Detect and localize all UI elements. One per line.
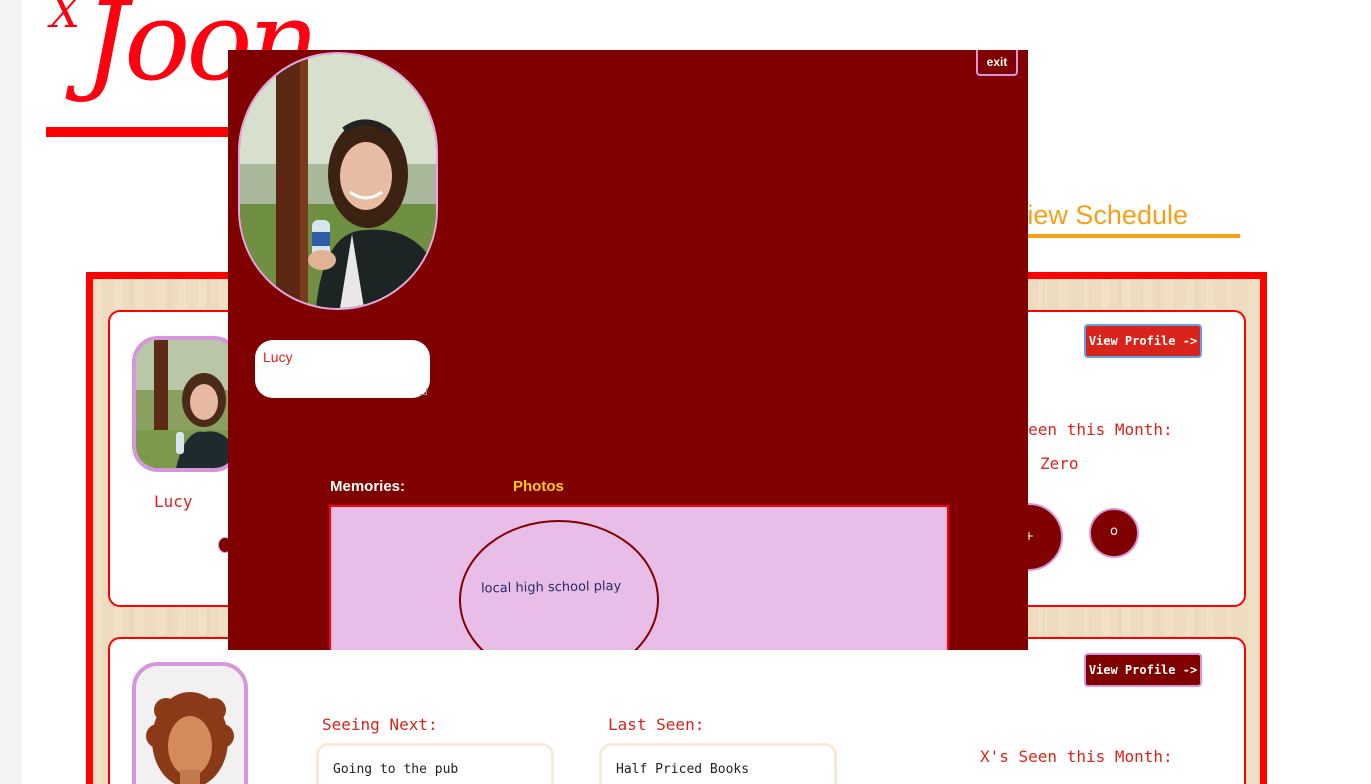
last-seen-field[interactable]: Half Priced Books bbox=[599, 743, 837, 784]
last-seen-label: Last Seen: bbox=[608, 715, 705, 734]
profile-name-field[interactable]: Lucy bbox=[255, 340, 430, 398]
friend-card: View Profile -> Seeing Next: Going to th… bbox=[108, 637, 1246, 784]
person-photo-icon bbox=[136, 340, 236, 468]
seen-this-month-label: X's Seen this Month: bbox=[980, 747, 1173, 766]
profile-photo[interactable] bbox=[238, 52, 438, 310]
nav-view-schedule[interactable]: View Schedule bbox=[1000, 198, 1240, 238]
page: X Joon View Schedule Lucy View Profile -… bbox=[0, 0, 1371, 784]
friend-photo[interactable] bbox=[132, 336, 240, 472]
seen-this-month-value: Zero bbox=[1040, 454, 1079, 473]
memories-panel: local high school play bbox=[329, 505, 949, 650]
resize-handle[interactable] bbox=[420, 388, 427, 395]
photos-tab[interactable]: Photos bbox=[513, 478, 564, 495]
view-profile-button[interactable]: View Profile -> bbox=[1084, 324, 1202, 358]
view-profile-button[interactable]: View Profile -> bbox=[1084, 653, 1202, 687]
seeing-next-field[interactable]: Going to the pub bbox=[316, 743, 554, 784]
left-strip bbox=[0, 0, 22, 784]
seeing-next-label: Seeing Next: bbox=[322, 715, 438, 734]
person-avatar-icon bbox=[136, 666, 244, 784]
memory-item[interactable]: local high school play bbox=[459, 520, 659, 650]
exit-button[interactable]: exit bbox=[976, 50, 1018, 76]
decrement-button[interactable]: o bbox=[1089, 508, 1139, 558]
logo-underline bbox=[46, 127, 246, 137]
memory-text: local high school play bbox=[480, 578, 622, 597]
person-photo-icon bbox=[240, 54, 436, 308]
profile-modal: exit Lucy Memories: Photos local high sc… bbox=[228, 50, 1028, 650]
memories-tab[interactable]: Memories: bbox=[330, 478, 405, 495]
friend-name: Lucy bbox=[154, 492, 193, 511]
profile-name-value: Lucy bbox=[263, 349, 293, 365]
friend-avatar[interactable] bbox=[132, 662, 248, 784]
logo-mark: X bbox=[50, 0, 80, 37]
